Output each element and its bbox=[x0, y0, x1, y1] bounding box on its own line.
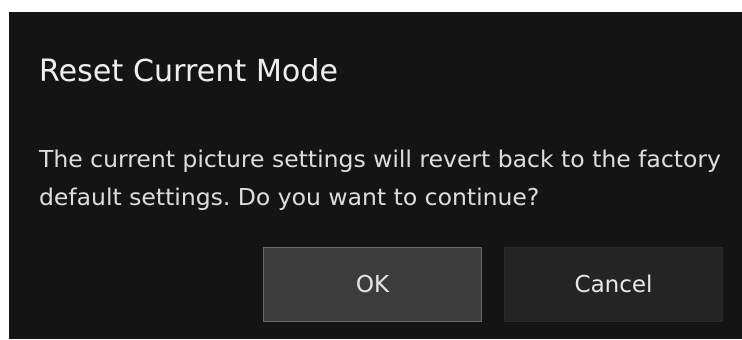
screen: Reset Current Mode The current picture s… bbox=[0, 0, 742, 340]
cancel-button[interactable]: Cancel bbox=[504, 247, 723, 322]
dialog-title: Reset Current Mode bbox=[39, 54, 339, 89]
dialog-message: The current picture settings will revert… bbox=[39, 145, 721, 211]
ok-button[interactable]: OK bbox=[263, 247, 482, 322]
ok-button-label: OK bbox=[355, 271, 390, 298]
cancel-button-label: Cancel bbox=[574, 271, 653, 298]
reset-mode-dialog: Reset Current Mode The current picture s… bbox=[9, 12, 742, 339]
